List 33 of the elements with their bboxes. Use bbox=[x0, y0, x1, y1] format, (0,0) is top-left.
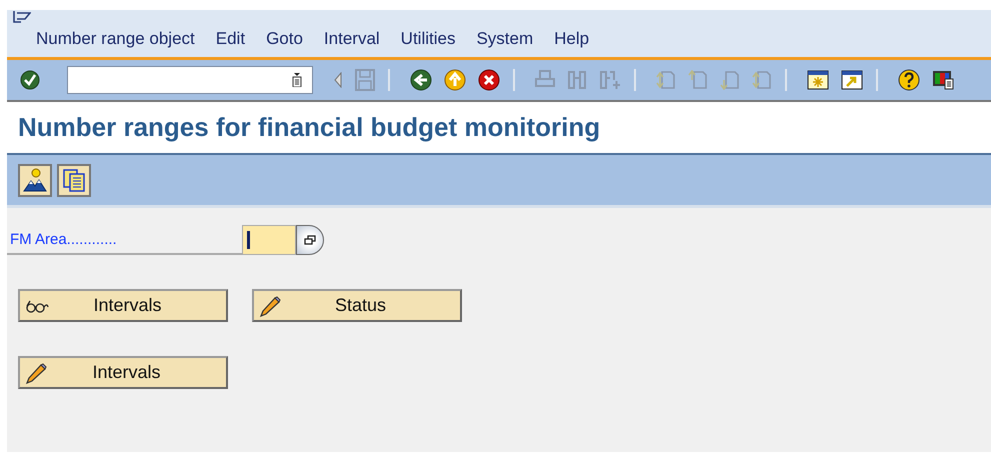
menu-item[interactable]: System bbox=[476, 29, 534, 49]
menu-item[interactable]: Interval bbox=[324, 29, 380, 49]
help-icon[interactable] bbox=[898, 69, 920, 91]
new-window-icon[interactable] bbox=[807, 70, 829, 90]
documents-icon bbox=[62, 168, 86, 192]
menu-item[interactable]: Edit bbox=[216, 29, 246, 49]
value-help-button[interactable] bbox=[296, 225, 324, 255]
glasses-icon bbox=[25, 298, 49, 312]
command-field[interactable] bbox=[67, 66, 313, 94]
windows-icon bbox=[304, 235, 316, 245]
display-button[interactable]: Intervals bbox=[18, 289, 228, 322]
shortcut-icon[interactable] bbox=[841, 70, 863, 90]
clipboard-icon bbox=[292, 73, 302, 87]
pencil-icon bbox=[25, 362, 47, 384]
document-button[interactable] bbox=[57, 164, 91, 196]
exit-icon[interactable] bbox=[444, 69, 466, 91]
enter-icon[interactable] bbox=[20, 70, 40, 90]
mountain-sun-icon bbox=[23, 168, 47, 192]
menu-icon[interactable] bbox=[13, 11, 31, 23]
image-button[interactable] bbox=[18, 164, 52, 196]
triangle-left-icon[interactable] bbox=[333, 72, 343, 88]
menu-item[interactable]: Goto bbox=[266, 29, 303, 49]
menu-item[interactable]: Help bbox=[554, 29, 590, 49]
cancel-icon[interactable] bbox=[478, 69, 500, 91]
pencil-icon bbox=[259, 294, 281, 316]
screen-title: Number ranges for financial budget monitoring bbox=[18, 112, 600, 143]
menu-item[interactable]: Number range object bbox=[36, 29, 195, 49]
input-field[interactable] bbox=[242, 225, 296, 255]
layout-icon[interactable] bbox=[932, 70, 954, 90]
back-icon[interactable] bbox=[410, 69, 432, 91]
change-button[interactable]: Status bbox=[252, 289, 462, 322]
menu-item[interactable]: Utilities bbox=[400, 29, 456, 49]
change-button[interactable]: Intervals bbox=[18, 356, 228, 389]
